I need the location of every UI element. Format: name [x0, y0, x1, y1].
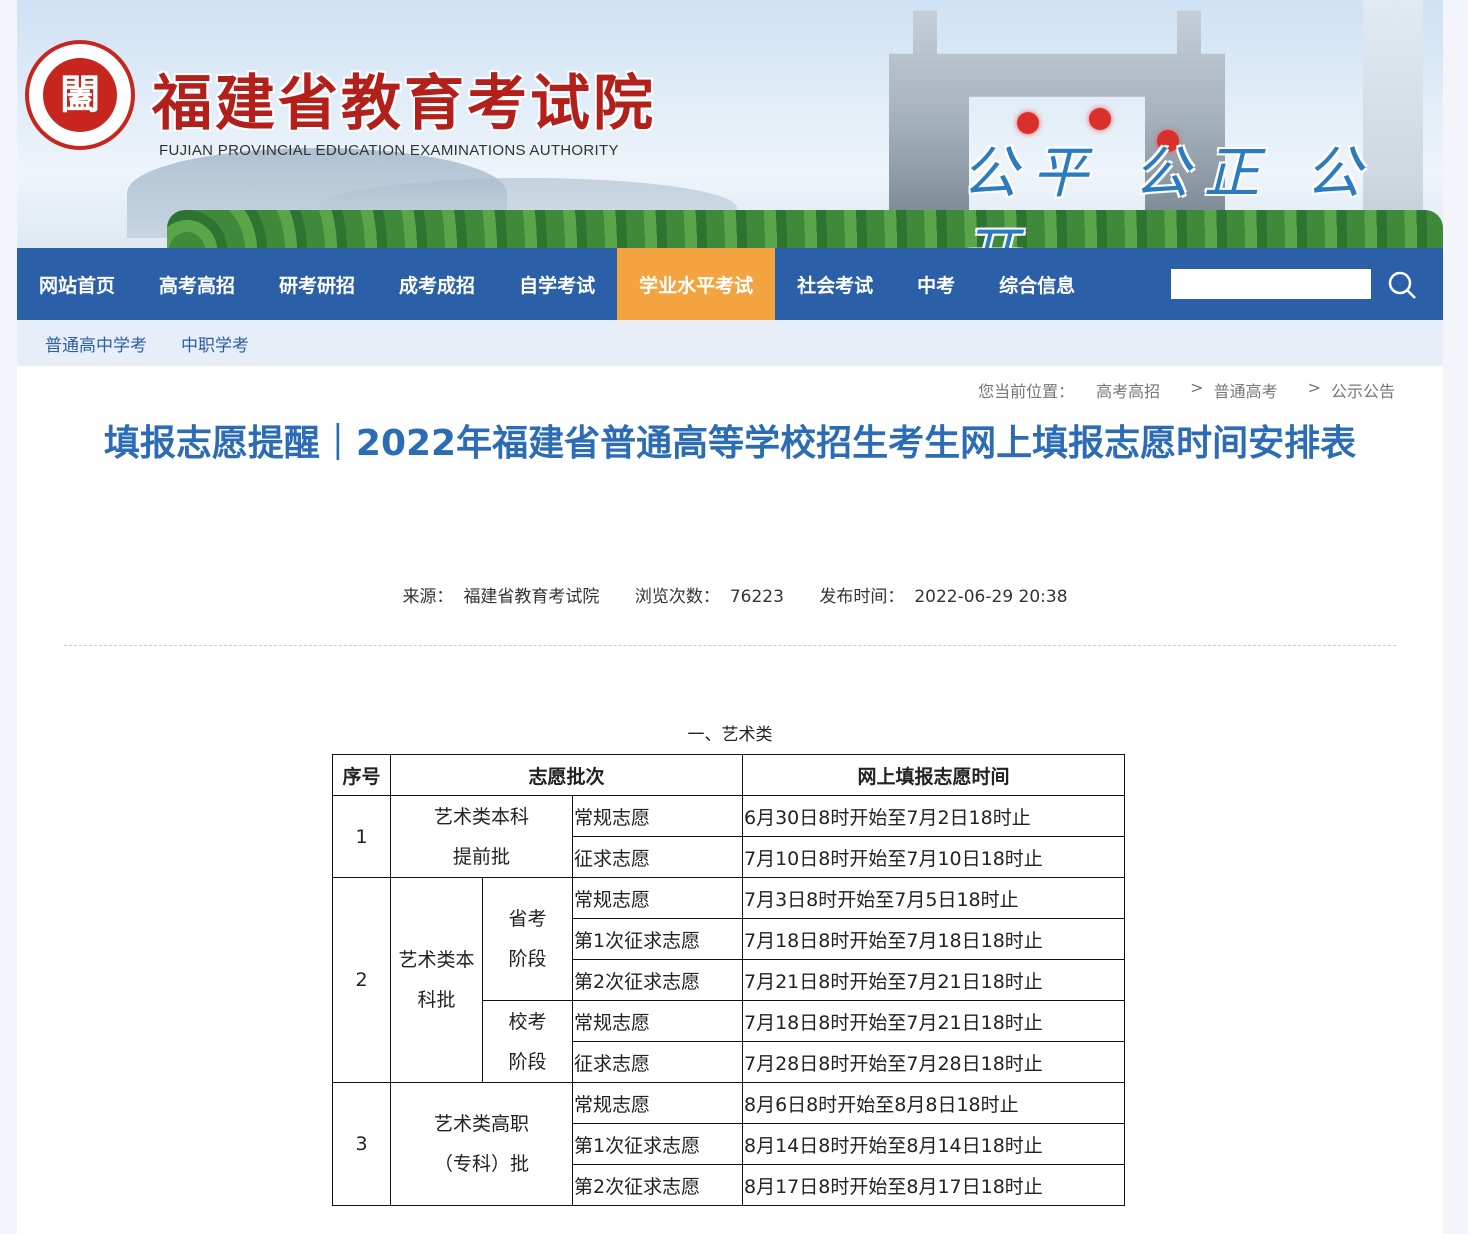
- section-title: 一、艺术类: [687, 725, 773, 745]
- nav-item-zonghe[interactable]: 综合信息: [977, 248, 1097, 320]
- table-row: 1 艺术类本科 提前批 常规志愿 6月30日8时开始至7月2日18时止: [332, 795, 1125, 878]
- batch-line: 艺术类本: [398, 949, 475, 971]
- site-title: 福建省教育考试院: [152, 69, 656, 139]
- site-subtitle: FUJIAN PROVINCIAL EDUCATION EXAMINATIONS…: [159, 142, 619, 159]
- wish-type: 征求志愿: [572, 836, 743, 878]
- search-icon[interactable]: [1387, 270, 1417, 300]
- nav-item-home[interactable]: 网站首页: [17, 248, 137, 320]
- fill-time: 7月18日8时开始至7月18日18时止: [742, 918, 1125, 960]
- date-label: 发布时间：: [819, 587, 905, 607]
- banner-slogan: 公平 公正 公开: [962, 141, 1376, 248]
- wish-type: 第1次征求志愿: [572, 918, 743, 960]
- nav-item-zixue[interactable]: 自学考试: [497, 248, 617, 320]
- fill-time: 7月10日8时开始至7月10日18时止: [742, 836, 1125, 878]
- stage-line: 省考: [508, 908, 547, 930]
- main-nav: 网站首页 高考高招 研考研招 成考成招 自学考试 学业水平考试 社会考试 中考 …: [17, 248, 1443, 320]
- breadcrumb-prefix: 您当前位置：: [978, 382, 1075, 401]
- subnav-item-zhongzhi[interactable]: 中职学考: [181, 331, 249, 356]
- batch-cell: 艺术类本 科批: [390, 877, 483, 1083]
- breadcrumb: 您当前位置： 高考高招 > 普通高考 > 公示公告: [978, 378, 1395, 402]
- fill-time: 8月17日8时开始至8月17日18时止: [742, 1164, 1125, 1206]
- fill-time: 7月28日8时开始至7月28日18时止: [742, 1041, 1125, 1083]
- logo-emblem-icon: 闔: [43, 58, 117, 132]
- header-batch: 志愿批次: [390, 754, 743, 796]
- nav-item-gaokao[interactable]: 高考高招: [137, 248, 257, 320]
- wish-type: 第2次征求志愿: [572, 1164, 743, 1206]
- batch-line: 艺术类本科: [433, 805, 529, 828]
- wish-type: 常规志愿: [572, 1000, 743, 1042]
- wish-type: 常规志愿: [572, 795, 743, 837]
- fill-time: 8月14日8时开始至8月14日18时止: [742, 1123, 1125, 1165]
- breadcrumb-item-putong[interactable]: 普通高考: [1214, 378, 1278, 402]
- table-row: 3 艺术类高职 （专科）批 常规志愿 8月6日8时开始至8月8日18时止: [332, 1082, 1125, 1206]
- stage-cell: 省考 阶段: [482, 877, 573, 1001]
- subnav-item-putong[interactable]: 普通高中学考: [45, 331, 147, 356]
- breadcrumb-separator: >: [1307, 378, 1321, 397]
- stage-line: 阶段: [508, 1050, 547, 1073]
- table-row: 2 艺术类本 科批 省考 阶段 常规志愿 7月3日8时开始至7月5日18时止: [332, 877, 1125, 1083]
- nav-item-shehui[interactable]: 社会考试: [775, 248, 895, 320]
- wish-type: 第1次征求志愿: [572, 1123, 743, 1165]
- row-no: 2: [332, 877, 391, 1083]
- batch-line: （专科）批: [433, 1153, 529, 1175]
- wish-type: 第2次征求志愿: [572, 959, 743, 1001]
- row-no: 3: [332, 1082, 391, 1206]
- fill-time: 7月21日8时开始至7月21日18时止: [742, 959, 1125, 1001]
- row-no: 1: [332, 795, 391, 878]
- article-title: 填报志愿提醒｜2022年福建省普通高等学校招生考生网上填报志愿时间安排表: [103, 423, 1357, 464]
- article-content: 您当前位置： 高考高招 > 普通高考 > 公示公告 填报志愿提醒｜2022年福建…: [17, 366, 1443, 1234]
- views-count: 76223: [729, 587, 784, 607]
- batch-line: 提前批: [452, 845, 510, 868]
- source-label: 来源：: [402, 587, 454, 607]
- batch-cell: 艺术类高职 （专科）批: [390, 1082, 573, 1206]
- wish-type: 常规志愿: [572, 1082, 743, 1124]
- wish-type: 常规志愿: [572, 877, 743, 919]
- nav-item-yankao[interactable]: 研考研招: [257, 248, 377, 320]
- stage-line: 阶段: [508, 948, 547, 970]
- nav-item-zhongkao[interactable]: 中考: [895, 248, 977, 320]
- site-logo[interactable]: 闔: [25, 40, 135, 150]
- breadcrumb-item-gonggao[interactable]: 公示公告: [1331, 378, 1395, 402]
- nav-item-xueye[interactable]: 学业水平考试: [617, 248, 776, 320]
- batch-line: 艺术类高职: [433, 1113, 529, 1135]
- site-banner: 闔 福建省教育考试院 FUJIAN PROVINCIAL EDUCATION E…: [17, 0, 1443, 248]
- fill-time: 7月18日8时开始至7月21日18时止: [742, 1000, 1125, 1042]
- table-header-row: 序号 志愿批次 网上填报志愿时间: [332, 754, 1125, 796]
- fill-time: 6月30日8时开始至7月2日18时止: [742, 795, 1125, 837]
- schedule-table: 序号 志愿批次 网上填报志愿时间 1 艺术类本科 提前批 常规志愿 6月30日8…: [332, 754, 1125, 1206]
- header-no: 序号: [332, 754, 391, 796]
- divider: [64, 645, 1396, 646]
- source-value: 福建省教育考试院: [463, 587, 600, 607]
- lantern-icon: [1089, 108, 1111, 130]
- stage-line: 校考: [508, 1010, 547, 1033]
- breadcrumb-separator: >: [1190, 378, 1204, 397]
- sub-nav: 普通高中学考 中职学考: [17, 320, 1443, 366]
- views-label: 浏览次数：: [634, 587, 720, 607]
- fill-time: 7月3日8时开始至7月5日18时止: [742, 877, 1125, 919]
- article-meta: 来源： 福建省教育考试院 浏览次数： 76223 发布时间： 2022-06-29 2…: [17, 582, 1443, 607]
- header-time: 网上填报志愿时间: [742, 754, 1125, 796]
- stage-cell: 校考 阶段: [482, 1000, 573, 1083]
- batch-cell: 艺术类本科 提前批: [390, 795, 573, 878]
- fill-time: 8月6日8时开始至8月8日18时止: [742, 1082, 1125, 1124]
- publish-date: 2022-06-29 20:38: [914, 587, 1068, 607]
- batch-line: 科批: [417, 989, 456, 1011]
- breadcrumb-item-gaokao[interactable]: 高考高招: [1096, 378, 1160, 402]
- search-input[interactable]: [1171, 269, 1371, 299]
- wish-type: 征求志愿: [572, 1041, 743, 1083]
- nav-item-chengkao[interactable]: 成考成招: [377, 248, 497, 320]
